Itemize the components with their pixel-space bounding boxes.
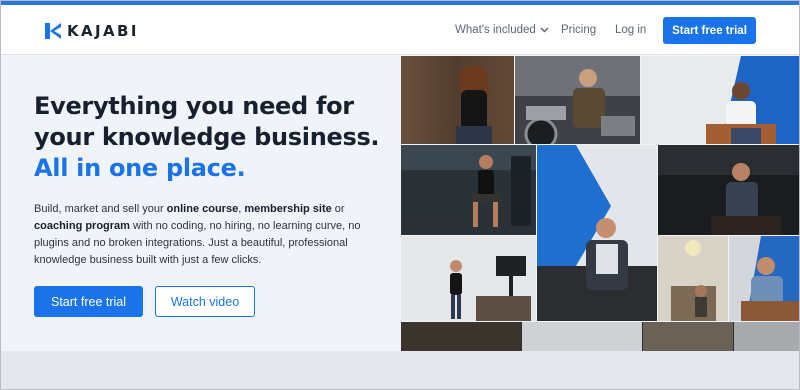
top-navigation: KAJABI What's included Pricing Log in St… (1, 5, 799, 55)
desc-bold-membership-site: membership site (244, 203, 332, 215)
desc-bold-coaching-program: coaching program (34, 220, 130, 232)
kajabi-logo-icon (45, 23, 61, 39)
nav-start-free-trial-button[interactable]: Start free trial (663, 17, 756, 44)
photo-bottom-2 (522, 322, 642, 351)
nav-pricing[interactable]: Pricing (561, 24, 596, 36)
desc-text: or (331, 203, 345, 215)
photo-bottom-4 (734, 322, 799, 351)
chevron-down-icon (540, 27, 549, 33)
photo-room-chandelier (658, 236, 728, 321)
photo-man-seated-blue-wall (641, 56, 799, 144)
photo-bottom-1 (401, 322, 521, 351)
photo-collage (401, 56, 799, 351)
photo-woman-gym (401, 145, 536, 235)
watch-video-button[interactable]: Watch video (155, 286, 255, 317)
photo-bottom-3 (643, 322, 733, 351)
brand-name: KAJABI (67, 22, 139, 40)
kajabi-logo[interactable]: KAJABI (45, 22, 139, 40)
photo-man-blue-chevron-wall (537, 145, 657, 321)
creator-photo-mosaic (401, 56, 799, 351)
headline-line-1: Everything you need for (34, 92, 354, 120)
photo-man-on-motorcycle (515, 56, 640, 151)
hero-description: Build, market and sell your online cours… (34, 201, 374, 269)
page-bottom-strip (1, 351, 799, 389)
headline-line-2: your knowledge business. (34, 123, 380, 151)
headline-line-3: All in one place. (34, 154, 246, 182)
photo-woman-presenting-studio (401, 236, 536, 321)
nav-whats-included-label: What's included (455, 24, 536, 36)
photo-woman-smiling (401, 56, 514, 144)
photo-man-dark-studio (658, 145, 799, 235)
desc-bold-online-course: online course (166, 203, 239, 215)
desc-text: Build, market and sell your (34, 203, 167, 215)
start-free-trial-button[interactable]: Start free trial (34, 286, 143, 317)
nav-whats-included[interactable]: What's included (455, 24, 549, 36)
browser-viewport: KAJABI What's included Pricing Log in St… (0, 0, 800, 390)
nav-login[interactable]: Log in (615, 24, 646, 36)
photo-man-blue-shirt (729, 236, 799, 321)
hero-headline: Everything you need for your knowledge b… (34, 91, 394, 184)
